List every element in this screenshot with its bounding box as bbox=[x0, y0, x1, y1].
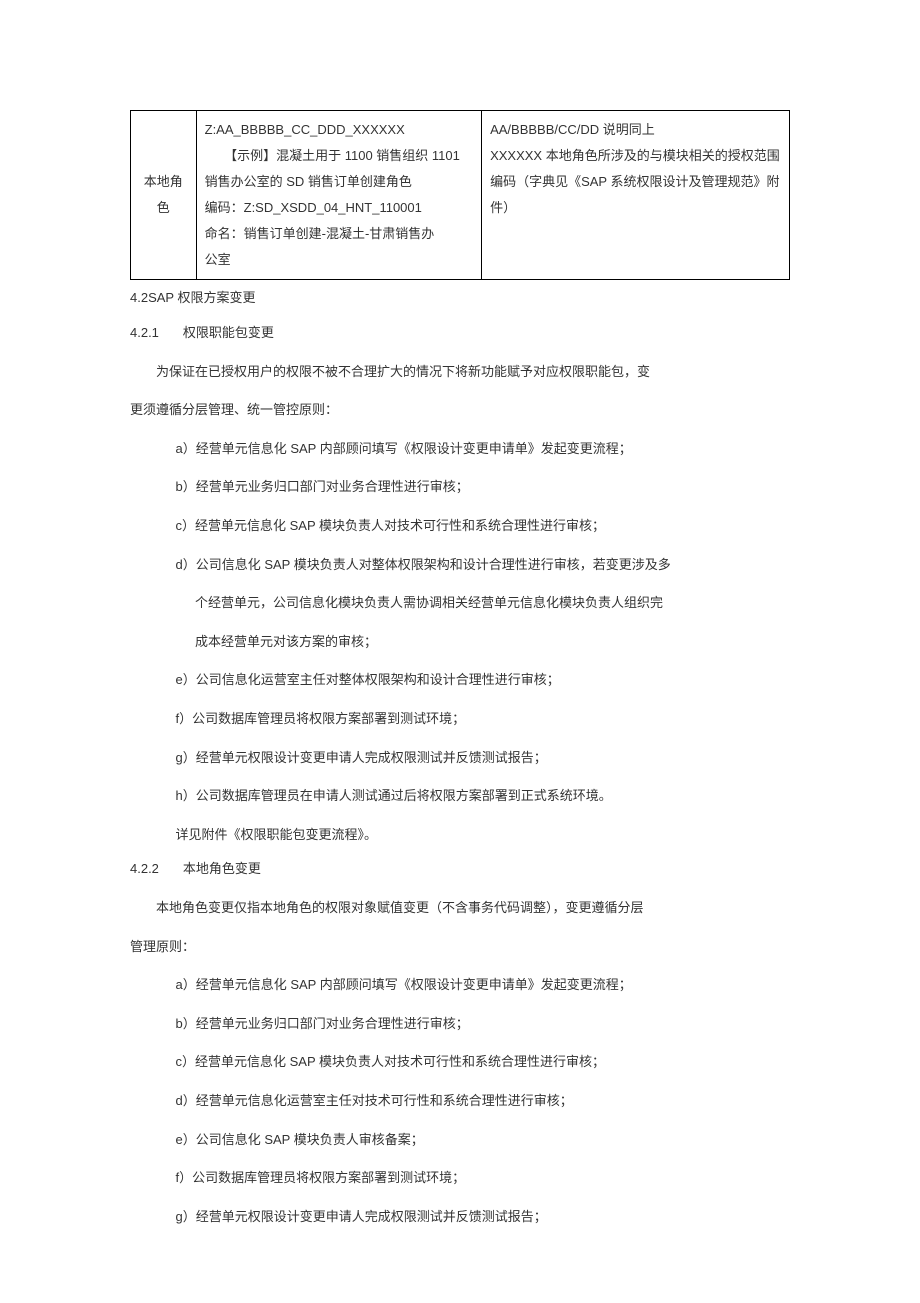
mid-line: 命名：销售订单创建-混凝土-甘肃销售办 bbox=[205, 221, 473, 247]
list-item-cont: 成本经营单元对该方案的审核； bbox=[130, 628, 790, 657]
table-mid-cell: Z:AA_BBBBB_CC_DDD_XXXXXX 【示例】混凝土用于 1100 … bbox=[196, 111, 481, 280]
heading-4-2-1: 4.2.1 权限职能包变更 bbox=[130, 323, 790, 344]
list-item: c）经营单元信息化 SAP 模块负责人对技术可行性和系统合理性进行审核； bbox=[130, 1048, 790, 1077]
heading-title: 权限职能包变更 bbox=[183, 325, 274, 340]
paragraph: 本地角色变更仅指本地角色的权限对象赋值变更（不含事务代码调整），变更遵循分层 bbox=[130, 894, 790, 923]
heading-4-2: 4.2SAP 权限方案变更 bbox=[130, 288, 790, 309]
paragraph: 为保证在已授权用户的权限不被不合理扩大的情况下将新功能赋予对应权限职能包，变 bbox=[130, 358, 790, 387]
mid-line: 销售办公室的 SD 销售订单创建角色 bbox=[205, 169, 473, 195]
list-item: b）经营单元业务归口部门对业务合理性进行审核； bbox=[130, 473, 790, 502]
heading-4-2-2: 4.2.2 本地角色变更 bbox=[130, 859, 790, 880]
mid-line: Z:AA_BBBBB_CC_DDD_XXXXXX bbox=[205, 117, 473, 143]
list-item: h）公司数据库管理员在申请人测试通过后将权限方案部署到正式系统环境。 bbox=[130, 782, 790, 811]
list-item: e）公司信息化 SAP 模块负责人审核备案； bbox=[130, 1126, 790, 1155]
mid-line: 公室 bbox=[205, 247, 473, 273]
list-item: a）经营单元信息化 SAP 内部顾问填写《权限设计变更申请单》发起变更流程； bbox=[130, 435, 790, 464]
list-item: a）经营单元信息化 SAP 内部顾问填写《权限设计变更申请单》发起变更流程； bbox=[130, 971, 790, 1000]
paragraph: 更须遵循分层管理、统一管控原则： bbox=[130, 396, 790, 425]
mid-line: 【示例】混凝土用于 1100 销售组织 1101 bbox=[205, 143, 473, 169]
paragraph: 详见附件《权限职能包变更流程》。 bbox=[130, 821, 790, 850]
list-item: c）经营单元信息化 SAP 模块负责人对技术可行性和系统合理性进行审核； bbox=[130, 512, 790, 541]
list-item: f）公司数据库管理员将权限方案部署到测试环境； bbox=[130, 1164, 790, 1193]
heading-num: 4.2.1 bbox=[130, 323, 159, 344]
list-item: b）经营单元业务归口部门对业务合理性进行审核； bbox=[130, 1010, 790, 1039]
list-item: e）公司信息化运营室主任对整体权限架构和设计合理性进行审核； bbox=[130, 666, 790, 695]
list-item: g）经营单元权限设计变更申请人完成权限测试并反馈测试报告； bbox=[130, 744, 790, 773]
mid-line: 编码：Z:SD_XSDD_04_HNT_110001 bbox=[205, 195, 473, 221]
list-item: g）经营单元权限设计变更申请人完成权限测试并反馈测试报告； bbox=[130, 1203, 790, 1232]
list-item-cont: 个经营单元，公司信息化模块负责人需协调相关经营单元信息化模块负责人组织完 bbox=[130, 589, 790, 618]
right-line: AA/BBBBB/CC/DD 说明同上 bbox=[490, 117, 781, 143]
role-table: 本地角色 Z:AA_BBBBB_CC_DDD_XXXXXX 【示例】混凝土用于 … bbox=[130, 110, 790, 280]
list-item: f）公司数据库管理员将权限方案部署到测试环境； bbox=[130, 705, 790, 734]
paragraph: 管理原则： bbox=[130, 933, 790, 962]
right-line: 编码（字典见《SAP 系统权限设计及管理规范》附件） bbox=[490, 169, 781, 221]
heading-num: 4.2.2 bbox=[130, 859, 159, 880]
table-right-cell: AA/BBBBB/CC/DD 说明同上 XXXXXX 本地角色所涉及的与模块相关… bbox=[482, 111, 790, 280]
list-item: d）经营单元信息化运营室主任对技术可行性和系统合理性进行审核； bbox=[130, 1087, 790, 1116]
list-item: d）公司信息化 SAP 模块负责人对整体权限架构和设计合理性进行审核，若变更涉及… bbox=[130, 551, 790, 580]
right-line: XXXXXX 本地角色所涉及的与模块相关的授权范围 bbox=[490, 143, 781, 169]
table-row-label: 本地角色 bbox=[131, 111, 197, 280]
heading-title: 本地角色变更 bbox=[183, 861, 261, 876]
